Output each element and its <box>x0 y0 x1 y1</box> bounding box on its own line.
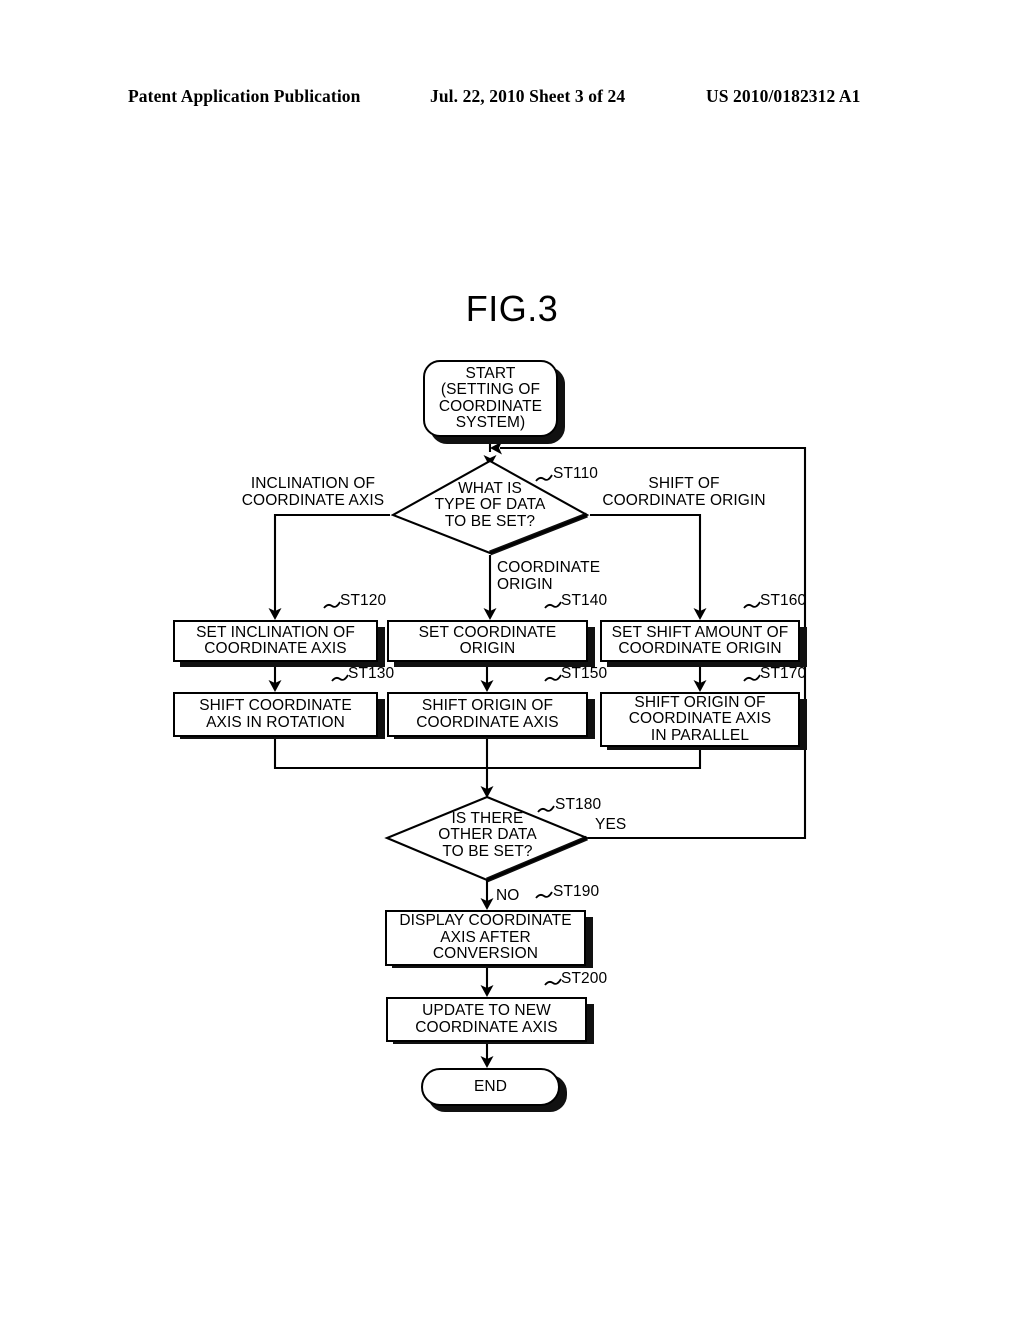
st200-node: UPDATE TO NEW COORDINATE AXIS <box>386 997 587 1042</box>
st190-step-tag: ST190 <box>553 883 600 900</box>
end-node: END <box>421 1068 560 1106</box>
st170-line-1: SHIFT ORIGIN OF <box>634 693 766 711</box>
st180-line-3: TO BE SET? <box>442 842 533 860</box>
flowchart-diagram: START (SETTING OF COORDINATE SYSTEM) WHA… <box>0 0 1024 1320</box>
st190-node: DISPLAY COORDINATE AXIS AFTER CONVERSION <box>385 910 586 966</box>
st160-node: SET SHIFT AMOUNT OF COORDINATE ORIGIN <box>600 620 800 662</box>
branch-label-coordinate-origin-line-2: ORIGIN <box>497 575 553 593</box>
st160-line-1: SET SHIFT AMOUNT OF <box>611 623 789 641</box>
branch-label-shift-of-origin: SHIFT OF COORDINATE ORIGIN <box>589 475 779 509</box>
st110-line-3: TO BE SET? <box>444 512 536 530</box>
branch-label-shift-of-origin-line-1: SHIFT OF <box>648 475 720 492</box>
branch-label-coordinate-origin: COORDINATE ORIGIN <box>497 559 601 593</box>
end-node-line-1: END <box>473 1077 508 1095</box>
st170-line-2: COORDINATE AXIS <box>628 710 772 728</box>
st190-line-2: AXIS AFTER <box>440 928 531 946</box>
start-node-line-2: (SETTING OF <box>440 381 541 399</box>
st200-step-tag: ST200 <box>561 970 608 987</box>
branch-label-shift-of-origin-line-2: COORDINATE ORIGIN <box>602 491 766 509</box>
st170-line-3: IN PARALLEL <box>650 726 750 744</box>
st150-line-2: COORDINATE AXIS <box>416 713 559 731</box>
st110-line-2: TYPE OF DATA <box>434 496 546 514</box>
start-node-line-3: COORDINATE <box>438 397 543 415</box>
st130-line-1: SHIFT COORDINATE <box>199 697 352 715</box>
start-node: START (SETTING OF COORDINATE SYSTEM) <box>423 360 558 437</box>
start-node-line-4: SYSTEM) <box>455 413 526 431</box>
branch-label-inclination: INCLINATION OF COORDINATE AXIS <box>228 475 398 509</box>
st140-node: SET COORDINATE ORIGIN <box>387 620 588 662</box>
st120-step-tag: ST120 <box>340 592 387 609</box>
st160-step-tag: ST160 <box>760 592 807 609</box>
st140-step-tag: ST140 <box>561 592 608 609</box>
st170-step-tag: ST170 <box>760 665 807 682</box>
st120-line-1: SET INCLINATION OF <box>196 623 355 641</box>
st120-line-2: COORDINATE AXIS <box>204 640 347 657</box>
st150-node: SHIFT ORIGIN OF COORDINATE AXIS <box>387 692 588 737</box>
st140-line-1: SET COORDINATE <box>418 623 557 641</box>
st190-line-3: CONVERSION <box>432 945 539 963</box>
st130-node: SHIFT COORDINATE AXIS IN ROTATION <box>173 692 378 737</box>
st130-line-2: AXIS IN ROTATION <box>206 713 345 731</box>
yes-branch-label: YES <box>595 816 627 833</box>
st130-step-tag: ST130 <box>348 665 395 682</box>
no-branch-label: NO <box>496 887 520 904</box>
st200-line-1: UPDATE TO NEW <box>422 1002 551 1020</box>
st170-node: SHIFT ORIGIN OF COORDINATE AXIS IN PARAL… <box>600 692 800 747</box>
st140-line-2: ORIGIN <box>459 640 516 657</box>
branch-label-inclination-line-2: COORDINATE AXIS <box>241 491 385 509</box>
st190-line-1: DISPLAY COORDINATE <box>399 912 572 930</box>
st120-node: SET INCLINATION OF COORDINATE AXIS <box>173 620 378 662</box>
start-node-line-1: START <box>465 364 516 382</box>
st180-line-2: OTHER DATA <box>438 826 537 844</box>
st180-step-tag: ST180 <box>555 796 602 813</box>
st150-step-tag: ST150 <box>561 665 608 682</box>
st160-line-2: COORDINATE ORIGIN <box>618 640 782 657</box>
branch-label-inclination-line-1: INCLINATION OF <box>250 475 376 492</box>
st150-line-1: SHIFT ORIGIN OF <box>421 697 554 715</box>
st110-line-1: WHAT IS <box>458 480 522 497</box>
st200-line-2: COORDINATE AXIS <box>415 1018 558 1036</box>
branch-label-coordinate-origin-line-1: COORDINATE <box>497 559 601 576</box>
